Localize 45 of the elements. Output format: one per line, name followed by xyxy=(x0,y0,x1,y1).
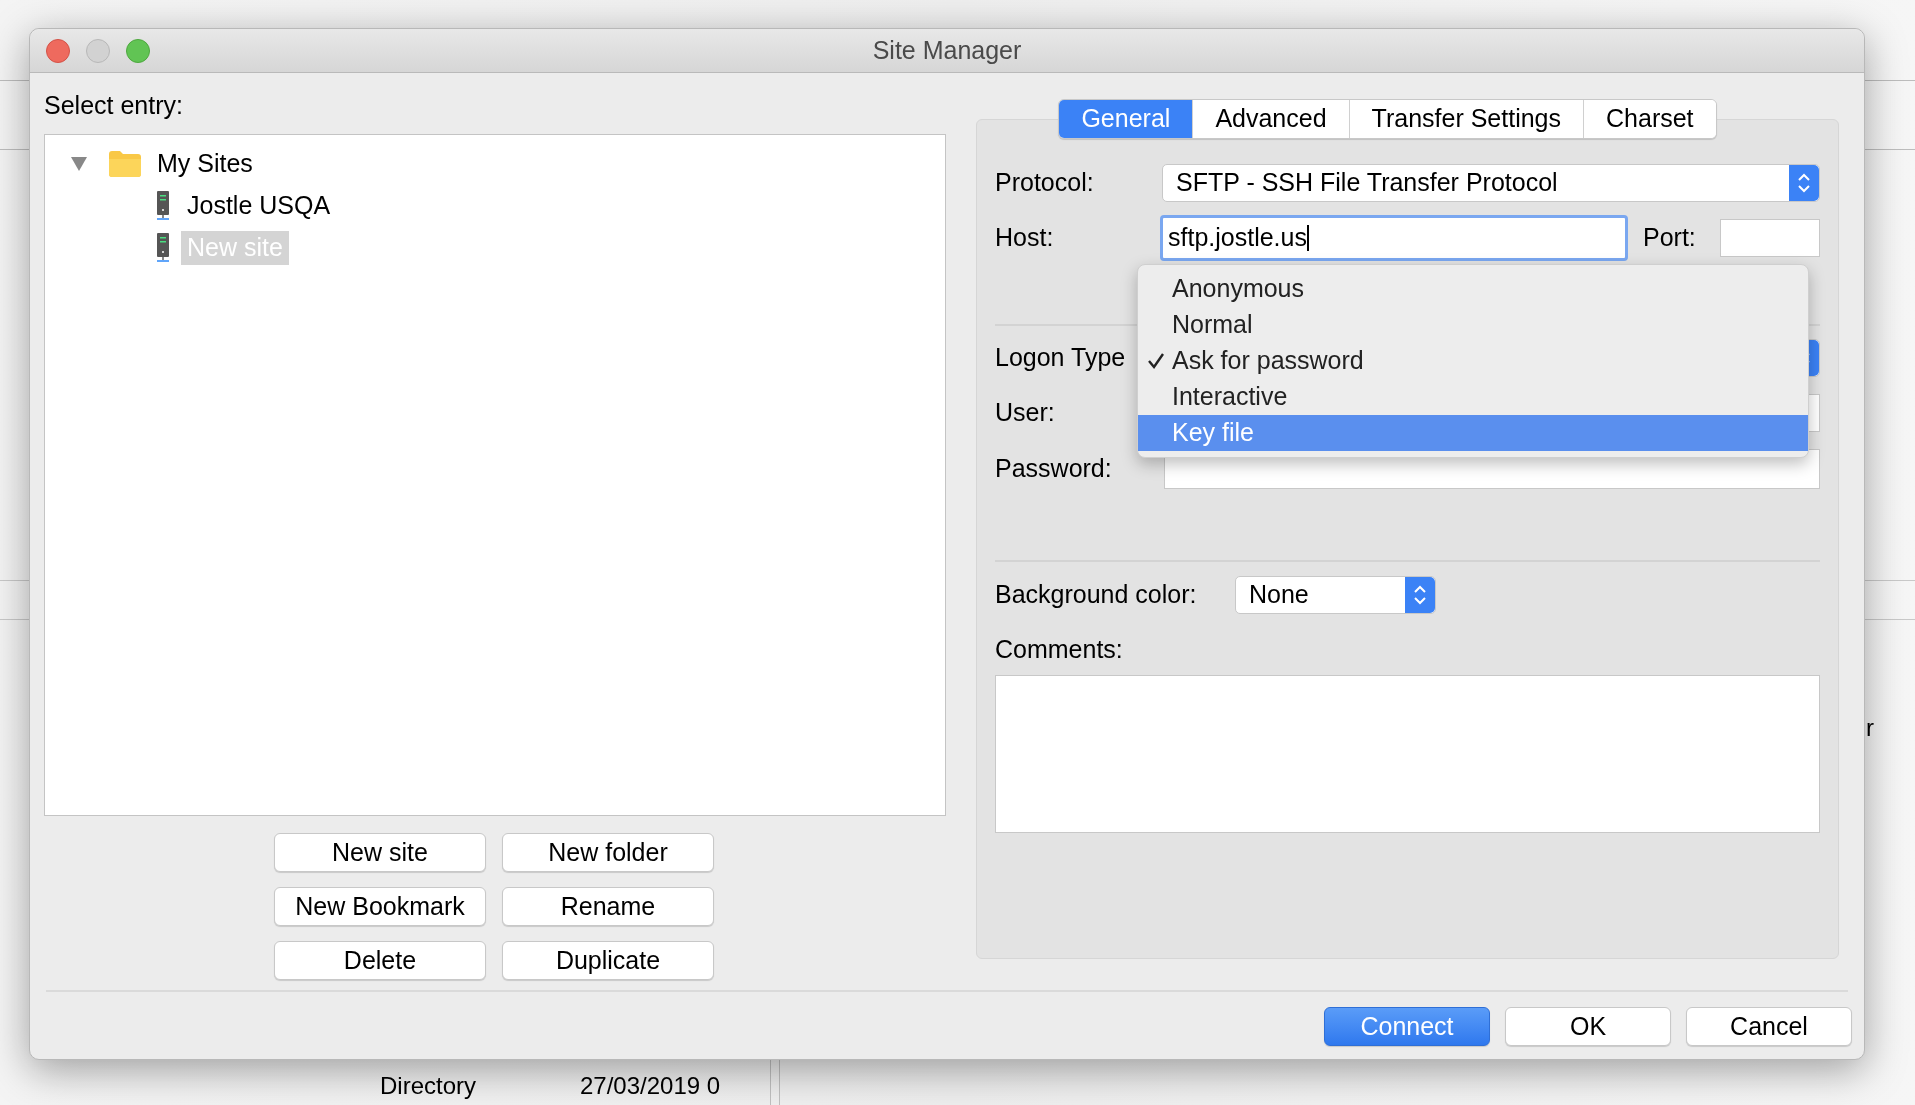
tree-action-button[interactable]: New site xyxy=(274,833,486,872)
field-label: Logon Type xyxy=(995,342,1127,374)
menu-item[interactable]: Interactive xyxy=(1138,379,1808,415)
minimize-button[interactable] xyxy=(86,38,110,63)
field-label: Port: xyxy=(1643,222,1697,254)
menu-item[interactable]: Anonymous xyxy=(1138,271,1808,307)
menu-item[interactable]: Ask for password xyxy=(1138,343,1808,379)
tree-item[interactable]: Jostle USQA xyxy=(181,189,337,223)
window-title: Site Manager xyxy=(872,34,1022,66)
server-icon xyxy=(155,191,171,221)
host-field[interactable]: sftp.jostle.us xyxy=(1160,215,1628,261)
field-label: Background color: xyxy=(995,579,1198,611)
stepper-icon xyxy=(1405,577,1435,613)
background-text: Directory xyxy=(380,1071,476,1101)
field-label: Password: xyxy=(995,453,1113,485)
tree-item[interactable]: My Sites xyxy=(151,147,259,181)
comments-field[interactable] xyxy=(995,675,1820,833)
tree-action-button[interactable]: New folder xyxy=(502,833,714,872)
tab[interactable]: Advanced xyxy=(1193,100,1350,138)
tree-action-button[interactable]: Rename xyxy=(502,887,714,926)
tree-action-button[interactable]: Duplicate xyxy=(502,941,714,980)
tab[interactable]: Transfer Settings xyxy=(1349,100,1584,138)
stepper-icon xyxy=(1789,165,1819,201)
field-label: Comments: xyxy=(995,634,1124,661)
select-entry-label: Select entry: xyxy=(44,90,184,121)
background-color-select[interactable]: None xyxy=(1235,576,1436,614)
dialog-button[interactable]: OK xyxy=(1505,1007,1671,1046)
background-text: 27/03/2019 0 xyxy=(580,1071,721,1101)
tree-action-button[interactable]: New Bookmark xyxy=(274,887,486,926)
field-label: User: xyxy=(995,397,1056,429)
close-button[interactable] xyxy=(46,38,70,63)
disclosure-triangle-icon[interactable] xyxy=(71,157,87,171)
tab[interactable]: Charset xyxy=(1584,100,1716,138)
zoom-button[interactable] xyxy=(126,38,150,63)
tab[interactable]: General xyxy=(1059,100,1194,138)
field-label: Protocol: xyxy=(995,167,1095,199)
tree-action-button[interactable]: Delete xyxy=(274,941,486,980)
menu-item[interactable]: Normal xyxy=(1138,307,1808,343)
field-label: Host: xyxy=(995,222,1055,254)
protocol-select[interactable]: SFTP - SSH File Transfer Protocol xyxy=(1162,164,1820,202)
folder-icon xyxy=(109,151,141,177)
port-field[interactable] xyxy=(1720,219,1820,257)
background-text: r xyxy=(1866,713,1874,743)
dialog-button[interactable]: Cancel xyxy=(1686,1007,1852,1046)
server-icon xyxy=(155,233,171,263)
